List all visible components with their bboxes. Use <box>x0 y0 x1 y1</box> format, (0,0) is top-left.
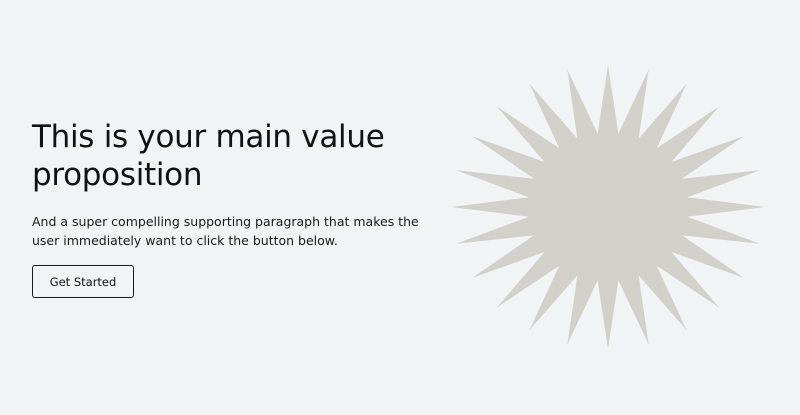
starburst-illustration <box>451 65 765 349</box>
get-started-button[interactable]: Get Started <box>32 265 134 298</box>
hero-section: This is your main value proposition And … <box>32 118 432 250</box>
starburst-shape <box>451 65 765 349</box>
hero-subtext: And a super compelling supporting paragr… <box>32 214 419 248</box>
hero-headline: This is your main value proposition <box>32 119 385 193</box>
